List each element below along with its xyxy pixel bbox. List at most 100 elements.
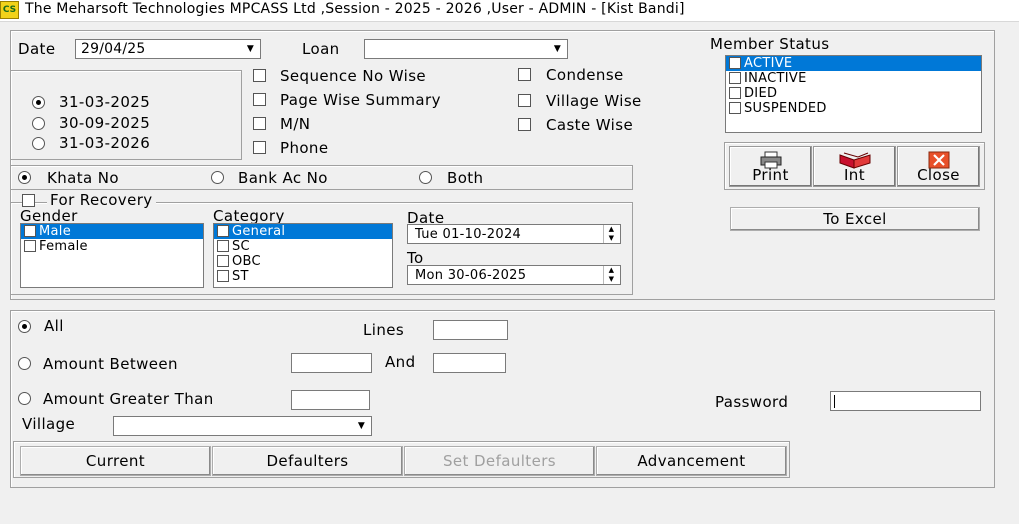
- spin-down-icon[interactable]: ▼: [603, 234, 619, 243]
- mn-label: M/N: [280, 115, 311, 133]
- print-label: Print: [752, 166, 789, 184]
- checkbox[interactable]: [217, 255, 229, 267]
- category-list[interactable]: General SC OBC ST: [213, 223, 393, 288]
- defaulters-button[interactable]: Defaulters: [212, 446, 403, 476]
- amount-greater-label: Amount Greater Than: [43, 390, 214, 408]
- amount-to-input[interactable]: [433, 353, 506, 373]
- print-button[interactable]: Print: [729, 146, 812, 187]
- and-label: And: [385, 353, 416, 371]
- condense-checkbox[interactable]: [518, 68, 531, 81]
- khata-no-label: Khata No: [47, 169, 119, 187]
- date-combo[interactable]: 29/04/25 ▼: [75, 39, 261, 59]
- chevron-down-icon[interactable]: ▼: [243, 42, 258, 56]
- password-input[interactable]: [830, 391, 981, 411]
- amount-greater-input[interactable]: [291, 390, 370, 410]
- caste-wise-checkbox[interactable]: [518, 118, 531, 131]
- list-item[interactable]: INACTIVE: [726, 71, 981, 86]
- app-icon: CS: [0, 1, 19, 19]
- spin-up-icon[interactable]: ▲: [603, 225, 619, 234]
- for-recovery-checkbox[interactable]: [22, 194, 35, 207]
- khata-no-radio[interactable]: [18, 171, 31, 184]
- checkbox[interactable]: [24, 240, 36, 252]
- village-wise-checkbox[interactable]: [518, 94, 531, 107]
- gender-list[interactable]: Male Female: [20, 223, 204, 288]
- list-item[interactable]: DIED: [726, 86, 981, 101]
- amount-greater-radio[interactable]: [18, 392, 31, 405]
- loan-combo[interactable]: ▼: [364, 39, 568, 59]
- date-option-radio-1[interactable]: [32, 96, 45, 109]
- village-wise-label: Village Wise: [546, 92, 642, 110]
- sequence-no-wise-checkbox[interactable]: [253, 69, 266, 82]
- bank-ac-no-radio[interactable]: [211, 171, 224, 184]
- date-label: Date: [18, 40, 56, 58]
- title-bar: CS The Meharsoft Technologies MPCASS Ltd…: [0, 0, 1019, 22]
- caste-wise-label: Caste Wise: [546, 116, 634, 134]
- list-item-label: OBC: [232, 254, 261, 269]
- lines-input[interactable]: [433, 320, 508, 340]
- loan-label: Loan: [302, 40, 340, 58]
- amount-from-input[interactable]: [291, 353, 372, 373]
- date-to-picker[interactable]: Mon 30-06-2025 ▲ ▼: [407, 265, 621, 285]
- condense-label: Condense: [546, 66, 624, 84]
- list-item[interactable]: ACTIVE: [726, 56, 981, 71]
- member-status-list[interactable]: ACTIVE INACTIVE DIED SUSPENDED: [725, 55, 982, 133]
- checkbox[interactable]: [729, 87, 741, 99]
- chevron-down-icon[interactable]: ▼: [354, 419, 369, 433]
- amount-between-label: Amount Between: [43, 355, 178, 373]
- list-item-label: Male: [39, 224, 71, 239]
- password-label: Password: [715, 393, 789, 411]
- date-from-picker[interactable]: Tue 01-10-2024 ▲ ▼: [407, 224, 621, 244]
- all-label: All: [44, 317, 64, 335]
- both-label: Both: [447, 169, 484, 187]
- set-defaulters-button[interactable]: Set Defaulters: [404, 446, 595, 476]
- list-item[interactable]: SC: [214, 239, 392, 254]
- window-title: The Meharsoft Technologies MPCASS Ltd ,S…: [25, 1, 685, 17]
- checkbox[interactable]: [24, 225, 36, 237]
- checkbox[interactable]: [217, 270, 229, 282]
- spin-up-icon[interactable]: ▲: [603, 266, 619, 275]
- village-combo[interactable]: ▼: [113, 416, 372, 436]
- list-item[interactable]: SUSPENDED: [726, 101, 981, 116]
- to-excel-button[interactable]: To Excel: [730, 207, 980, 231]
- list-item-label: Female: [39, 239, 88, 254]
- both-radio[interactable]: [419, 171, 432, 184]
- spin-down-icon[interactable]: ▼: [603, 275, 619, 284]
- list-item-label: General: [232, 224, 286, 239]
- checkbox[interactable]: [729, 72, 741, 84]
- int-button[interactable]: Int: [813, 146, 896, 187]
- checkbox[interactable]: [729, 57, 741, 69]
- all-radio[interactable]: [18, 320, 31, 333]
- date-option-radio-2[interactable]: [32, 117, 45, 130]
- date-value: 29/04/25: [81, 41, 146, 57]
- list-item-label: DIED: [744, 86, 778, 101]
- chevron-down-icon[interactable]: ▼: [550, 42, 565, 56]
- member-status-label: Member Status: [710, 35, 830, 53]
- list-item[interactable]: Male: [21, 224, 203, 239]
- date-to-value: Mon 30-06-2025: [415, 268, 527, 283]
- page-wise-summary-label: Page Wise Summary: [280, 91, 441, 109]
- list-item-label: INACTIVE: [744, 71, 807, 86]
- checkbox[interactable]: [217, 240, 229, 252]
- advancement-button[interactable]: Advancement: [596, 446, 787, 476]
- close-label: Close: [917, 166, 960, 184]
- date-option-label-3: 31-03-2026: [59, 134, 151, 152]
- list-item[interactable]: ST: [214, 269, 392, 284]
- amount-between-radio[interactable]: [18, 357, 31, 370]
- phone-checkbox[interactable]: [253, 141, 266, 154]
- checkbox[interactable]: [729, 102, 741, 114]
- list-item[interactable]: Female: [21, 239, 203, 254]
- bank-ac-no-label: Bank Ac No: [238, 169, 328, 187]
- list-item[interactable]: General: [214, 224, 392, 239]
- current-button[interactable]: Current: [20, 446, 211, 476]
- checkbox[interactable]: [217, 225, 229, 237]
- int-label: Int: [843, 166, 865, 184]
- mn-checkbox[interactable]: [253, 117, 266, 130]
- list-item-label: SUSPENDED: [744, 101, 827, 116]
- list-item[interactable]: OBC: [214, 254, 392, 269]
- date-option-radio-3[interactable]: [32, 137, 45, 150]
- date-option-label-1: 31-03-2025: [59, 93, 151, 111]
- page-wise-summary-checkbox[interactable]: [253, 93, 266, 106]
- list-item-label: SC: [232, 239, 250, 254]
- close-button[interactable]: Close: [897, 146, 980, 187]
- date-option-label-2: 30-09-2025: [59, 114, 151, 132]
